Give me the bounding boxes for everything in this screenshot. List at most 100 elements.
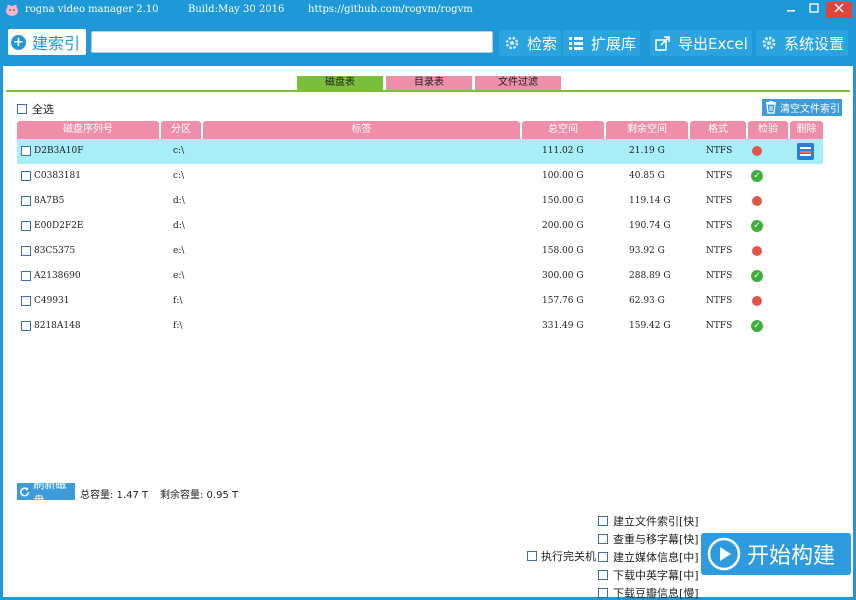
option-checkbox[interactable] xyxy=(598,570,608,580)
refresh-disk-button[interactable]: 刷新磁盘 xyxy=(17,478,75,507)
cell-format: NTFS xyxy=(706,321,733,331)
build-index-button[interactable]: + 建索引 xyxy=(8,29,86,55)
title-bar: rogna video manager 2.10 Build:May 30 20… xyxy=(0,0,856,22)
row-checkbox[interactable] xyxy=(21,271,31,281)
cell-partition: e:\ xyxy=(173,246,185,256)
table-row[interactable]: E00D2F2E d:\ 200.00 G 190.74 G NTFS ✓ xyxy=(17,214,823,239)
cell-free: 190.74 G xyxy=(629,221,671,231)
shutdown-label: 执行完关机 xyxy=(541,550,596,563)
option-checkbox[interactable] xyxy=(598,534,608,544)
maximize-icon xyxy=(809,3,819,13)
export-excel-label: 导出Excel xyxy=(678,34,748,53)
row-checkbox[interactable] xyxy=(21,321,31,331)
list-icon xyxy=(569,37,583,50)
start-build-label: 开始构建 xyxy=(747,544,836,569)
option-checkbox[interactable] xyxy=(598,588,608,598)
minimize-icon xyxy=(787,10,795,12)
plus-circle-icon: + xyxy=(11,34,26,50)
col-label[interactable]: 标签 xyxy=(203,121,520,139)
option-build-file-index[interactable]: 建立文件索引[快] xyxy=(598,513,699,529)
option-checkbox[interactable] xyxy=(598,516,608,526)
col-serial[interactable]: 磁盘序列号 xyxy=(17,121,159,139)
left-frame xyxy=(0,66,3,600)
refresh-icon xyxy=(20,486,30,496)
select-all[interactable]: 全选 xyxy=(17,101,54,117)
select-all-checkbox[interactable] xyxy=(17,104,27,114)
cell-total: 100.00 G xyxy=(542,171,584,181)
row-checkbox[interactable] xyxy=(21,221,31,231)
minimize-button[interactable] xyxy=(780,2,802,18)
cell-total: 111.02 G xyxy=(542,146,584,156)
col-free[interactable]: 剩余空间 xyxy=(606,121,688,139)
tab-directory-table[interactable]: 目录表 xyxy=(386,76,472,90)
col-check[interactable]: 检验 xyxy=(748,121,788,139)
check-ok-icon: ✓ xyxy=(751,170,763,182)
cell-format: NTFS xyxy=(706,221,733,231)
cell-serial: C0383181 xyxy=(34,171,81,181)
cell-serial: 83C5375 xyxy=(34,246,76,256)
option-download-subtitles[interactable]: 下载中英字幕[中] xyxy=(598,567,699,583)
extend-library-button[interactable]: 扩展库 xyxy=(563,30,641,56)
clear-file-index-button[interactable]: 清空文件索引 xyxy=(762,99,842,116)
option-label: 下载豆瓣信息[慢] xyxy=(613,587,699,600)
search-button[interactable]: 检索 xyxy=(499,30,562,56)
cell-total: 150.00 G xyxy=(542,196,584,206)
option-checkbox[interactable] xyxy=(598,552,608,562)
cell-free: 159.42 G xyxy=(629,321,671,331)
row-checkbox[interactable] xyxy=(21,171,31,181)
system-settings-button[interactable]: 系统设置 xyxy=(756,30,849,56)
delete-icon[interactable] xyxy=(797,143,814,160)
export-excel-button[interactable]: 导出Excel xyxy=(650,30,752,56)
shutdown-after[interactable]: 执行完关机 xyxy=(527,548,596,564)
clear-file-index-label: 清空文件索引 xyxy=(780,104,840,115)
check-ok-icon: ✓ xyxy=(751,320,763,332)
cell-total: 300.00 G xyxy=(542,271,584,281)
row-checkbox[interactable] xyxy=(21,196,31,206)
col-format[interactable]: 格式 xyxy=(690,121,746,139)
export-icon xyxy=(655,36,670,51)
close-button[interactable] xyxy=(826,2,852,18)
tab-file-filter[interactable]: 文件过滤 xyxy=(475,76,561,90)
option-download-douban[interactable]: 下载豆瓣信息[慢] xyxy=(598,585,699,600)
tabs-underline xyxy=(6,90,850,92)
row-checkbox[interactable] xyxy=(21,296,31,306)
col-delete[interactable]: 删除 xyxy=(790,121,823,139)
option-build-media-info[interactable]: 建立媒体信息[中] xyxy=(598,549,699,565)
table-row[interactable]: C0383181 c:\ 100.00 G 40.85 G NTFS ✓ xyxy=(17,164,823,189)
cell-free: 288.89 G xyxy=(629,271,671,281)
cell-serial: C49931 xyxy=(34,296,70,306)
cell-format: NTFS xyxy=(706,146,733,156)
cell-serial: D2B3A10F xyxy=(34,146,84,156)
row-checkbox[interactable] xyxy=(21,246,31,256)
cell-format: NTFS xyxy=(706,171,733,181)
close-icon xyxy=(834,3,844,13)
check-ok-icon: ✓ xyxy=(751,220,763,232)
refresh-disk-label: 刷新磁盘 xyxy=(33,477,67,507)
maximize-button[interactable] xyxy=(803,2,825,18)
col-total[interactable]: 总空间 xyxy=(522,121,604,139)
table-row[interactable]: C49931 f:\ 157.76 G 62.93 G NTFS xyxy=(17,289,823,314)
cell-partition: c:\ xyxy=(173,146,185,156)
cell-partition: c:\ xyxy=(173,171,185,181)
system-settings-label: 系统设置 xyxy=(784,34,845,53)
table-row[interactable]: 8218A148 f:\ 331.49 G 159.42 G NTFS ✓ xyxy=(17,314,823,339)
row-checkbox[interactable] xyxy=(21,146,31,156)
col-partition[interactable]: 分区 xyxy=(161,121,201,139)
table-row[interactable]: 83C5375 e:\ 158.00 G 93.92 G NTFS xyxy=(17,239,823,264)
build-info: Build:May 30 2016 xyxy=(188,4,285,15)
shutdown-checkbox[interactable] xyxy=(527,551,537,561)
cell-serial: A2138690 xyxy=(34,271,81,281)
cell-free: 62.93 G xyxy=(629,296,665,306)
tab-disk-table[interactable]: 磁盘表 xyxy=(297,76,383,90)
option-label: 查重与移字幕[快] xyxy=(613,533,699,546)
cell-partition: e:\ xyxy=(173,271,185,281)
table-row[interactable]: D2B3A10F c:\ 111.02 G 21.19 G NTFS xyxy=(17,139,823,164)
option-dedupe-subtitles[interactable]: 查重与移字幕[快] xyxy=(598,531,699,547)
app-name: rogna video manager 2.10 xyxy=(25,4,159,15)
start-build-button[interactable]: 开始构建 xyxy=(701,533,851,575)
search-input[interactable] xyxy=(91,31,493,53)
table-row[interactable]: A2138690 e:\ 300.00 G 288.89 G NTFS ✓ xyxy=(17,264,823,289)
table-row[interactable]: 8A7B5 d:\ 150.00 G 119.14 G NTFS xyxy=(17,189,823,214)
cell-free: 40.85 G xyxy=(629,171,665,181)
cell-free: 21.19 G xyxy=(629,146,665,156)
